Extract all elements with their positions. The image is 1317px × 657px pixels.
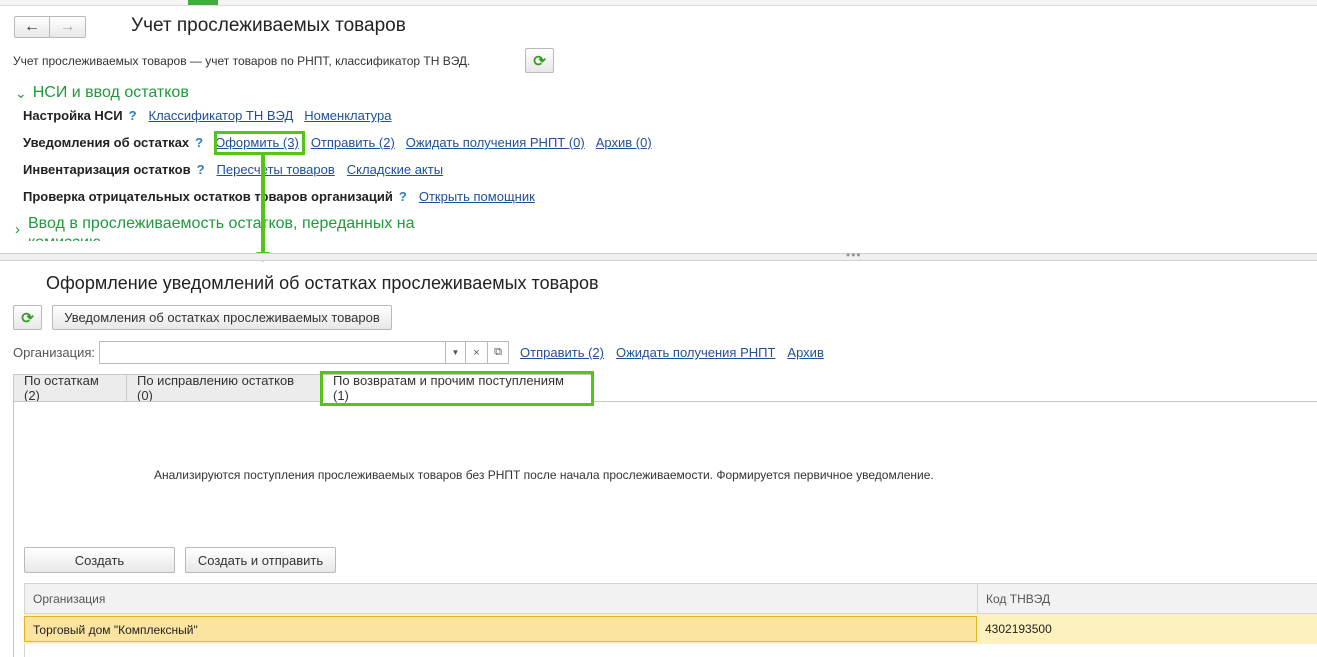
refresh-icon: ⟳ — [533, 52, 546, 70]
group-nsi-header[interactable]: ⌄ НСИ и ввод остатков — [15, 84, 189, 102]
inventory-label: Инвентаризация остатков — [23, 162, 191, 177]
link-tnved-classifier[interactable]: Классификатор ТН ВЭД — [149, 108, 294, 123]
bottom-links: Отправить (2) Ожидать получения РНПТ Арх… — [520, 345, 824, 360]
column-divider — [977, 584, 978, 614]
arrow-right-icon: → — [59, 18, 76, 35]
highlight-returns-tab — [320, 371, 594, 406]
row-check: Проверка отрицательных остатков товаров … — [23, 189, 535, 204]
bottom-title: Оформление уведомлений об остатках просл… — [46, 273, 599, 293]
tab-corrections[interactable]: По исправлению остатков (0) — [126, 373, 322, 403]
arrow-left-icon: ← — [24, 18, 40, 35]
row-nsi: Настройка НСИ ? Классификатор ТН ВЭД Ном… — [23, 108, 392, 123]
link-send[interactable]: Отправить (2) — [311, 135, 395, 150]
link-archive-bottom[interactable]: Архив — [787, 345, 823, 360]
link-nomenclature[interactable]: Номенклатура — [304, 108, 391, 123]
drag-handle-icon: ••• — [846, 248, 862, 262]
arrow-connector-line — [261, 155, 265, 256]
panel-splitter[interactable]: ••• — [0, 248, 1317, 262]
tab-remains[interactable]: По остаткам (2) — [13, 373, 127, 403]
link-open-assistant[interactable]: Открыть помощник — [419, 189, 535, 204]
link-archive[interactable]: Архив (0) — [596, 135, 652, 150]
chevron-down-icon: ⌄ — [15, 84, 27, 101]
help-icon[interactable]: ? — [129, 108, 137, 123]
check-label: Проверка отрицательных остатков товаров … — [23, 189, 393, 204]
cell-organization-text: Торговый дом "Комплексный" — [33, 623, 198, 637]
org-clear-button[interactable]: × — [465, 341, 488, 364]
nsi-label: Настройка НСИ — [23, 108, 123, 123]
row-inventory: Инвентаризация остатков ? Пересчеты това… — [23, 162, 443, 177]
group-commission-title-cont: комиссию — [28, 233, 415, 241]
link-await-rnpt-bottom[interactable]: Ожидать получения РНПТ — [616, 345, 775, 360]
org-input[interactable] — [99, 341, 446, 364]
report-button[interactable]: Уведомления об остатках прослеживаемых т… — [52, 305, 392, 330]
chevron-right-icon: › — [15, 221, 20, 238]
link-send-bottom[interactable]: Отправить (2) — [520, 345, 604, 360]
cell-organization[interactable]: Торговый дом "Комплексный" — [24, 616, 977, 642]
notices-label: Уведомления об остатках — [23, 135, 190, 150]
highlight-issue-link — [214, 131, 305, 155]
dropdown-arrow-icon: ▼ — [451, 348, 460, 357]
close-icon: × — [473, 346, 480, 359]
table-header: Организация Код ТНВЭД — [24, 583, 1317, 614]
page-subtitle: Учет прослеживаемых товаров — учет товар… — [13, 54, 471, 68]
help-icon[interactable]: ? — [399, 189, 407, 204]
org-label: Организация: — [13, 345, 96, 360]
help-icon[interactable]: ? — [195, 135, 203, 150]
refresh-button-bottom[interactable]: ⟳ — [13, 305, 42, 330]
forward-button[interactable]: → — [49, 16, 86, 38]
link-warehouse-acts[interactable]: Складские акты — [347, 162, 443, 177]
back-button[interactable]: ← — [14, 16, 50, 38]
refresh-icon: ⟳ — [21, 309, 34, 327]
org-dropdown-button[interactable]: ▼ — [445, 341, 466, 364]
cell-tnved-text[interactable]: 4302193500 — [985, 622, 1052, 636]
link-await-rnpt[interactable]: Ожидать получения РНПТ (0) — [406, 135, 585, 150]
create-and-send-button[interactable]: Создать и отправить — [185, 547, 336, 573]
page-title: Учет прослеживаемых товаров — [131, 15, 406, 36]
group-commission-title: Ввод в прослеживаемость остатков, переда… — [28, 215, 415, 232]
group-nsi-title: НСИ и ввод остатков — [32, 84, 189, 101]
row-notices: Уведомления об остатках ? Оформить (3) О… — [23, 135, 652, 150]
refresh-button-top[interactable]: ⟳ — [525, 48, 554, 73]
open-window-icon: ⧉ — [494, 346, 502, 358]
help-icon[interactable]: ? — [197, 162, 205, 177]
column-header-tnved[interactable]: Код ТНВЭД — [986, 592, 1050, 606]
info-text: Анализируются поступления прослеживаемых… — [154, 468, 934, 482]
group-commission-header[interactable]: › Ввод в прослеживаемость остатков, пере… — [15, 214, 435, 241]
org-open-button[interactable]: ⧉ — [487, 341, 509, 364]
create-button[interactable]: Создать — [24, 547, 175, 573]
link-recounts[interactable]: Пересчеты товаров — [217, 162, 335, 177]
top-accent-bar — [188, 0, 218, 5]
column-header-organization[interactable]: Организация — [33, 592, 105, 606]
table-body-rest — [24, 644, 1317, 657]
table-row[interactable]: Торговый дом "Комплексный" 4302193500 — [24, 614, 1317, 644]
